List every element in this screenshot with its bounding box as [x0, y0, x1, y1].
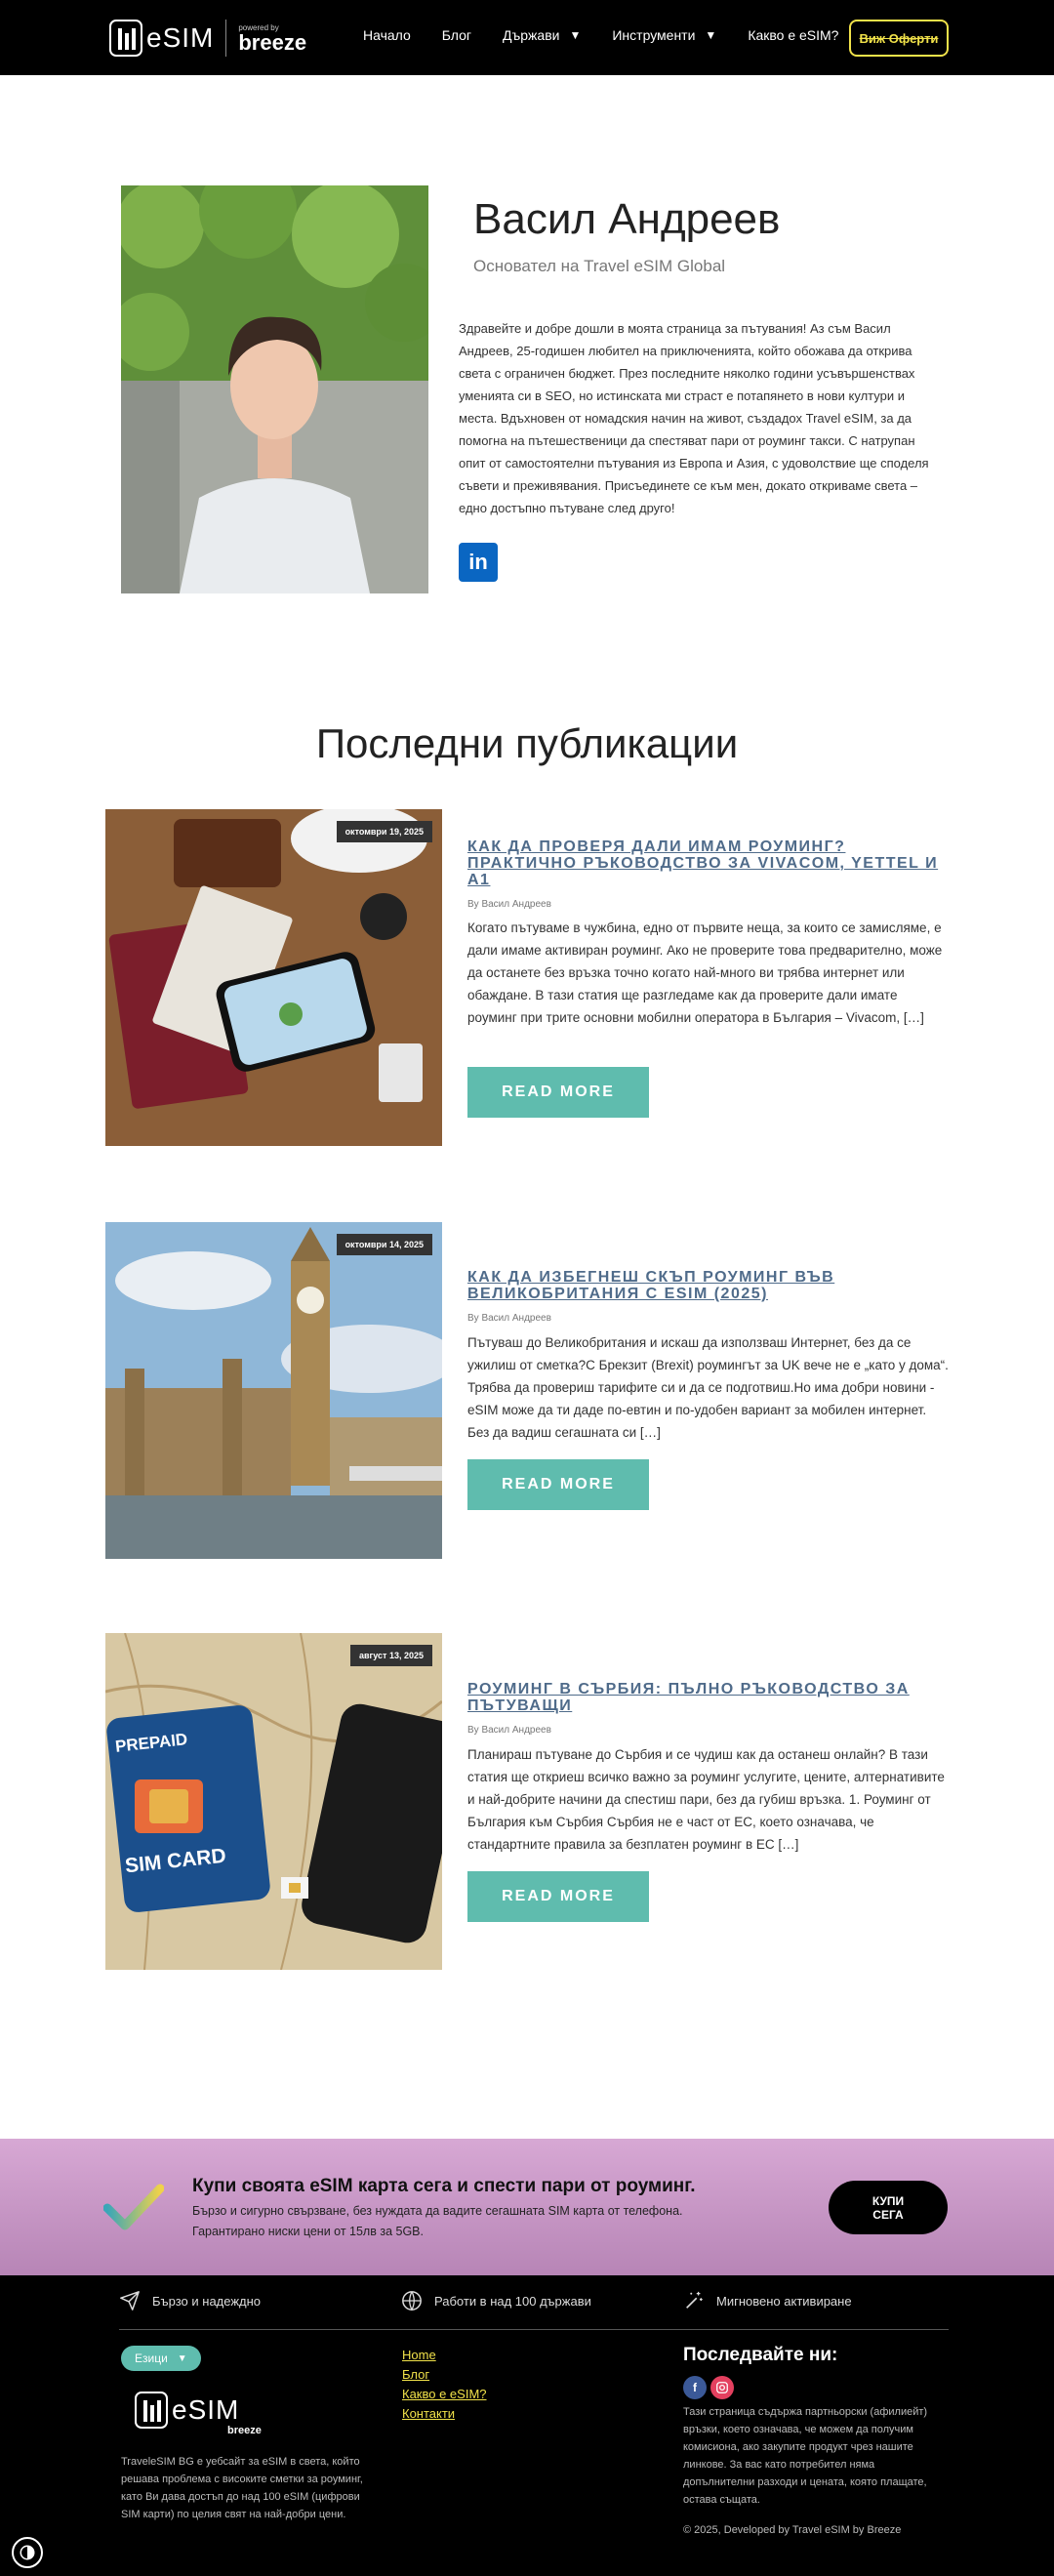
post-excerpt: Планираш пътуване до Сърбия и се чудиш к…: [467, 1747, 945, 1852]
nav-what-is-esim[interactable]: Какво е eSIM?: [748, 27, 838, 43]
footer-description: TravelеSIM BG е уебсайт за eSIM в света,…: [121, 2456, 363, 2520]
feature-label: Мигновено активиране: [716, 2293, 852, 2309]
post-excerpt: Пътуваш до Великобритания и искаш да изп…: [467, 1335, 949, 1440]
checkmark-icon: [102, 2183, 165, 2236]
post-author: By Васил Андреев: [467, 1725, 551, 1736]
social-links: f: [683, 2376, 734, 2399]
follow-title: Последвайте ни:: [683, 2345, 838, 2365]
copyright: © 2025, Developed by Travel eSIM by Bree…: [683, 2524, 902, 2536]
chevron-down-icon: ▼: [569, 28, 582, 42]
post-date-badge: август 13, 2025: [349, 1645, 432, 1666]
cta-subtitle: Бързо и сигурно свързване, без нуждата д…: [192, 2204, 683, 2238]
language-label: Езици: [135, 2351, 168, 2365]
feature-label: Бързо и надеждно: [152, 2293, 262, 2309]
facebook-icon[interactable]: f: [683, 2376, 707, 2399]
nav-tools[interactable]: Инструменти ▼: [612, 27, 716, 43]
post-date-badge: октомври 14, 2025: [336, 1234, 432, 1255]
post-title-link[interactable]: КАК ДА ПРОВЕРЯ ДАЛИ ИМАМ РОУМИНГ? ПРАКТИ…: [467, 838, 941, 888]
post-date-badge: октомври 19, 2025: [336, 821, 432, 842]
accessibility-icon[interactable]: [12, 2537, 43, 2568]
logo-separator: [225, 20, 227, 57]
read-more-button[interactable]: READ MORE: [467, 1067, 649, 1118]
author-role: Основател на Travel eSIM Global: [473, 257, 726, 275]
partner-name: breeze: [227, 2425, 262, 2436]
send-icon: [120, 2291, 140, 2310]
footer-link-contacts[interactable]: Контакти: [402, 2404, 487, 2424]
footer-link-what-is-esim[interactable]: Какво е eSIM?: [402, 2385, 487, 2404]
partner-name: breeze: [238, 29, 307, 55]
nav-label: Какво е eSIM?: [748, 27, 839, 43]
feature-label: Работи в над 100 държави: [434, 2293, 591, 2309]
footer-link-home[interactable]: Home: [402, 2346, 487, 2365]
logo-text: eSIM: [146, 22, 215, 53]
language-selector[interactable]: Езици ▼: [121, 2346, 201, 2371]
author-name: Васил Андреев: [473, 195, 781, 243]
nav-blog[interactable]: Блог: [442, 27, 471, 43]
read-more-button[interactable]: READ MORE: [467, 1459, 649, 1510]
chevron-down-icon: ▼: [705, 28, 717, 42]
instagram-icon[interactable]: [710, 2376, 734, 2399]
magic-wand-icon: [686, 2291, 703, 2309]
post-title-link[interactable]: РОУМИНГ В СЪРБИЯ: ПЪЛНО РЪКОВОДСТВО ЗА П…: [467, 1681, 941, 1714]
post-title-link[interactable]: КАК ДА ИЗБЕГНЕШ СКЪП РОУМИНГ ВЪВ ВЕЛИКОБ…: [467, 1269, 941, 1302]
view-offers-button[interactable]: Виж Оферти: [849, 20, 949, 57]
author-bio: Здравейте и добре дошли в моята страница…: [459, 321, 929, 515]
affiliate-disclaimer: Тази страница съдържа партньорски (афили…: [683, 2406, 928, 2506]
feature-instant: Мигновено активиране: [683, 2290, 852, 2311]
buy-now-label: КУПИ СЕГА: [872, 2193, 905, 2222]
globe-icon: [402, 2291, 422, 2311]
main-nav: Начало Блог Държави ▼ Инструменти ▼ Какво …: [363, 27, 870, 43]
nav-label: Начало: [363, 27, 411, 43]
linkedin-icon[interactable]: in: [459, 543, 498, 582]
logo-mark-icon: [109, 20, 142, 57]
powered-by: powered by breeze: [238, 23, 306, 54]
logo-text: eSIM: [172, 2394, 240, 2425]
post-image[interactable]: октомври 19, 2025: [105, 809, 442, 1146]
post-author: By Васил Андреев: [467, 1313, 551, 1324]
nav-label: Държави: [503, 27, 560, 43]
section-title: Последни публикации: [315, 720, 739, 766]
feature-countries: Работи в над 100 държави: [401, 2290, 591, 2311]
footer-links: Home Блог Какво е eSIM? Контакти: [402, 2346, 487, 2424]
post-image[interactable]: PREPAID SIM CARD август 13, 2025: [105, 1633, 442, 1970]
read-more-button[interactable]: READ MORE: [467, 1871, 649, 1922]
author-photo: [121, 185, 428, 593]
footer-divider: [119, 2329, 949, 2330]
logo-mark-icon: [135, 2392, 168, 2429]
footer-link-blog[interactable]: Блог: [402, 2365, 487, 2385]
buy-now-button[interactable]: КУПИ СЕГА: [829, 2181, 948, 2234]
post-excerpt: Когато пътуваме в чужбина, едно от първи…: [467, 920, 943, 1025]
chevron-down-icon: ▼: [177, 2352, 187, 2364]
post-image[interactable]: октомври 14, 2025: [105, 1222, 442, 1559]
nav-home[interactable]: Начало: [363, 27, 411, 43]
feature-fast: Бързо и надеждно: [119, 2290, 261, 2311]
cta-title: Купи своята eSIM карта сега и спести пар…: [192, 2176, 696, 2196]
nav-countries[interactable]: Държави ▼: [503, 27, 581, 43]
nav-label: Инструменти: [612, 27, 696, 43]
post-author: By Васил Андреев: [467, 899, 551, 910]
site-header: eSIM powered by breeze Начало Блог Държа…: [0, 0, 1054, 75]
footer-logo[interactable]: eSIM breeze: [135, 2392, 262, 2436]
nav-label: Блог: [441, 27, 472, 43]
site-logo[interactable]: eSIM powered by breeze: [109, 18, 306, 59]
